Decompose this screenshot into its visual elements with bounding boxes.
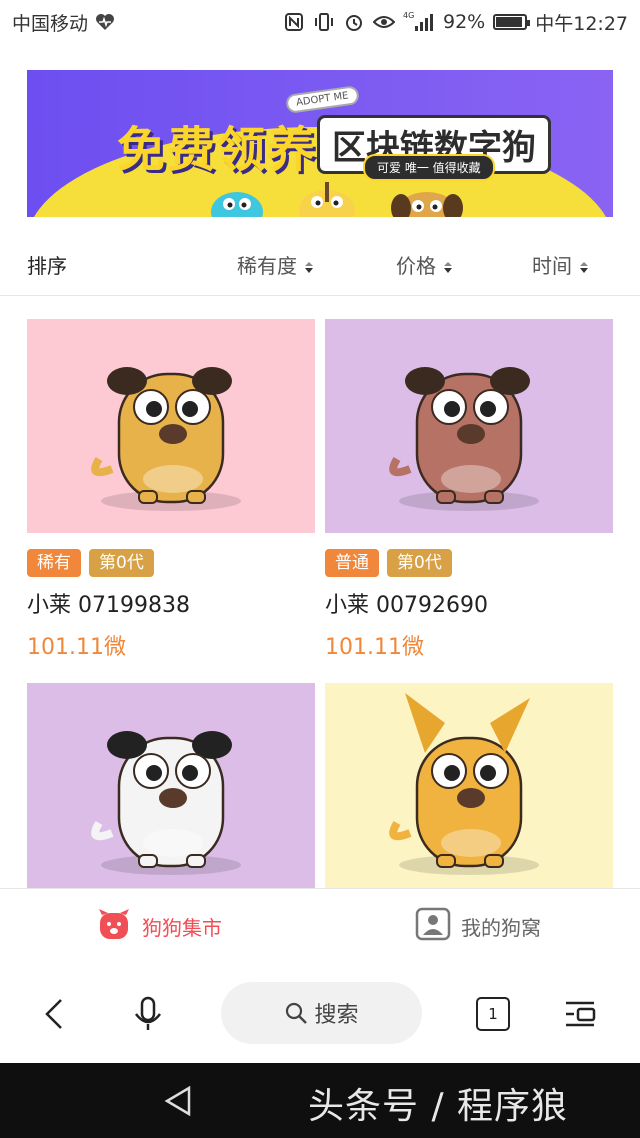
- tab-market[interactable]: 狗狗集市: [96, 907, 222, 946]
- banner-tagline: 可爱 唯一 值得收藏: [363, 154, 495, 181]
- sort-title: 排序: [27, 254, 67, 278]
- generation-tag: 第0代: [387, 549, 452, 577]
- dog-card[interactable]: 稀有 第0代 小莱 07199838 101.11微: [27, 319, 315, 661]
- clock: 中午12:27: [535, 12, 628, 35]
- status-bar: 中国移动 4G 92% 中午12:27: [0, 0, 640, 44]
- dog-card[interactable]: [325, 683, 613, 897]
- search-button[interactable]: 搜索: [221, 982, 422, 1044]
- menu-button[interactable]: [554, 988, 606, 1040]
- dog-name: 小莱 00792690: [325, 593, 488, 618]
- dog-price: 101.11微: [27, 635, 126, 660]
- search-icon: [286, 1002, 308, 1024]
- sort-caret-icon: [305, 262, 313, 273]
- sort-caret-icon: [580, 262, 588, 273]
- dog-image: [27, 683, 315, 897]
- system-nav-bar: 头条号 / 程序狼: [0, 1063, 640, 1138]
- banner-title: 免费领养: [117, 122, 318, 178]
- system-back-icon[interactable]: [163, 1085, 193, 1117]
- tab-my-kennel[interactable]: 我的狗窝: [415, 907, 541, 946]
- search-label: 搜索: [314, 1003, 359, 1028]
- eye-icon: [373, 11, 395, 33]
- battery-icon: [493, 14, 531, 30]
- sort-bar: 排序 稀有度 价格 时间: [0, 232, 640, 296]
- nfc-icon: [283, 11, 305, 33]
- tabs-button[interactable]: 1: [467, 988, 519, 1040]
- dog-price: 101.11微: [325, 635, 424, 660]
- battery-percent: 92%: [443, 11, 486, 33]
- alarm-icon: [343, 11, 365, 33]
- bottom-tab-bar: 狗狗集市 我的狗窝: [0, 888, 640, 963]
- rarity-tag: 普通: [325, 549, 379, 577]
- menu-icon: [566, 1001, 596, 1027]
- dog-card[interactable]: [27, 683, 315, 897]
- tab-count: 1: [476, 997, 510, 1031]
- sort-caret-icon: [444, 262, 452, 273]
- voice-button[interactable]: [122, 988, 174, 1040]
- dog-image: [27, 319, 315, 533]
- dog-card[interactable]: 普通 第0代 小莱 00792690 101.11微: [325, 319, 613, 661]
- promo-banner[interactable]: ADOPT ME 免费领养 区块链数字狗 可爱 唯一 值得收藏: [27, 70, 613, 217]
- vibrate-icon: [313, 11, 335, 33]
- browser-toolbar: 搜索 1: [0, 963, 640, 1063]
- sort-rarity-label: 稀有度: [237, 254, 297, 278]
- heart-pulse-icon: [94, 11, 116, 33]
- profile-card-icon: [415, 907, 451, 946]
- sort-price[interactable]: 价格: [396, 250, 452, 279]
- tab-my-kennel-label: 我的狗窝: [461, 916, 541, 940]
- dog-image: [325, 319, 613, 533]
- sort-time-label: 时间: [532, 254, 572, 278]
- dog-name: 小莱 07199838: [27, 593, 190, 618]
- dog-image: [325, 683, 613, 897]
- sort-time[interactable]: 时间: [532, 250, 588, 279]
- battery-level: [496, 17, 522, 27]
- banner-mascots-image: [211, 182, 463, 217]
- watermark: 头条号 / 程序狼: [308, 1086, 569, 1127]
- microphone-icon: [135, 996, 161, 1030]
- carrier-label: 中国移动: [12, 12, 89, 35]
- sort-price-label: 价格: [396, 254, 436, 278]
- dog-face-icon: [96, 907, 132, 946]
- rarity-tag: 稀有: [27, 549, 81, 577]
- signal-icon: 4G: [403, 11, 435, 33]
- tab-market-label: 狗狗集市: [142, 916, 222, 940]
- back-arrow-icon: [45, 999, 62, 1029]
- back-button[interactable]: [28, 988, 80, 1040]
- generation-tag: 第0代: [89, 549, 154, 577]
- sort-rarity[interactable]: 稀有度: [237, 250, 313, 279]
